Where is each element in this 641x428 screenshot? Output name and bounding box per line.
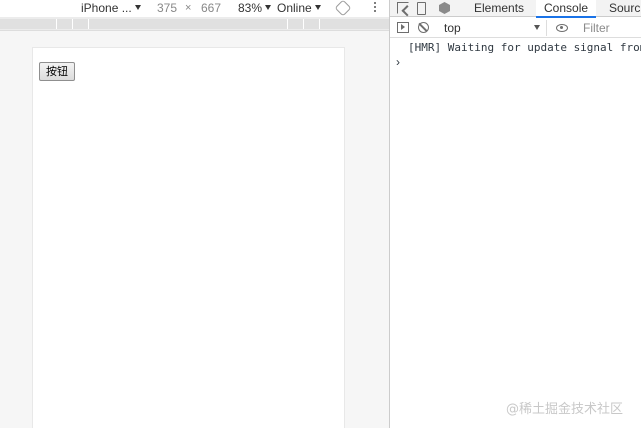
console-sidebar-icon[interactable] [397,22,409,33]
network-value: Online [277,1,312,15]
device-select[interactable]: iPhone ... [81,1,141,16]
device-name: iPhone ... [81,1,132,15]
ruler-tick [56,19,57,29]
filter-input[interactable] [576,20,641,36]
ruler-tick [72,19,73,29]
context-value: top [444,21,461,35]
ruler-tick [88,19,89,29]
live-expression-eye-icon[interactable] [556,24,568,32]
ruler-bar [0,19,389,29]
console-log: [HMR] Waiting for update signal from › [390,39,641,70]
watermark: @稀土掘金技术社区 [506,402,624,417]
rotate-icon[interactable] [334,0,352,17]
tab-console[interactable]: Console [536,0,597,18]
network-throttle-select[interactable]: Online [277,1,321,16]
device-emulation-pane: iPhone ... 375 × 667 83% Online 按钮 [0,0,389,428]
device-viewport: 按钮 [32,47,345,428]
chevron-down-icon [134,5,141,10]
device-toggle-icon[interactable] [417,2,426,15]
height-input[interactable]: 667 [201,1,221,16]
media-query-ruler[interactable] [0,17,389,31]
chevron-down-icon [534,25,540,30]
console-toolbar: top [390,18,641,38]
ruler-tick [303,19,304,29]
dimension-separator: × [185,2,192,14]
context-select[interactable]: top [437,20,547,36]
console-prompt[interactable]: › [390,56,641,70]
browser-window: iPhone ... 375 × 667 83% Online 按钮 Eleme… [0,0,641,428]
page-button[interactable]: 按钮 [39,62,75,81]
zoom-value: 83% [238,1,263,15]
devtools-tabs-bar: Elements Console Sourc [390,0,641,18]
device-toolbar: iPhone ... 375 × 667 83% Online [0,0,389,17]
more-options-icon[interactable] [373,2,377,15]
ruler-tick [287,19,288,29]
chevron-down-icon [265,5,272,10]
zoom-select[interactable]: 83% [238,1,272,16]
tab-elements[interactable]: Elements [474,0,524,17]
width-input[interactable]: 375 [157,1,177,16]
extension-icon[interactable] [439,2,450,14]
clear-console-icon[interactable] [418,22,429,33]
inspect-element-icon[interactable] [397,2,409,14]
chevron-down-icon [314,5,321,10]
devtools-panel: Elements Console Sourc top [HMR] Waiting… [390,0,641,428]
ruler-tick [319,19,320,29]
log-message: [HMR] Waiting for update signal from [408,41,641,54]
tab-sources[interactable]: Sourc [609,0,640,17]
